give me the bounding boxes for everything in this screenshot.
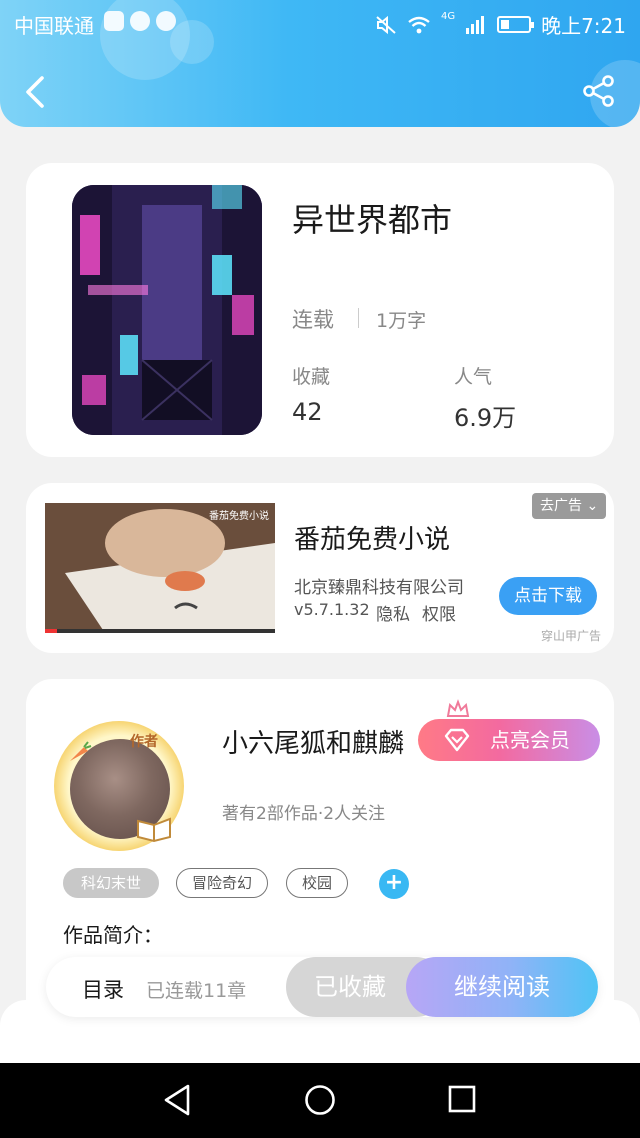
vip-label: 点亮会员 (490, 728, 570, 752)
nav-home-icon[interactable] (304, 1084, 336, 1116)
crown-icon (446, 699, 470, 717)
popularity-label: 人气 (454, 366, 493, 388)
signal-icon (466, 15, 485, 34)
diamond-icon (444, 728, 470, 752)
system-nav-bar (0, 1063, 640, 1138)
back-icon[interactable] (20, 72, 50, 112)
favorites-label: 收藏 (292, 366, 331, 388)
status-bar: 中国联通 4G 晚上7:21 (0, 0, 640, 44)
cover-artwork (72, 185, 262, 435)
tag-fantasy[interactable]: 冒险奇幻 (176, 868, 268, 898)
mute-icon (376, 15, 396, 34)
toc-button[interactable]: 目录 (82, 974, 124, 1004)
action-bar: 目录 已连载11章 已收藏 继续阅读 (46, 957, 598, 1017)
nav-recents-icon[interactable] (448, 1085, 476, 1113)
carrot-icon (70, 741, 92, 761)
nav-back-icon[interactable] (162, 1083, 192, 1117)
intro-label: 作品简介： (63, 923, 163, 947)
ad-title: 番茄免费小说 (294, 525, 451, 555)
header: 中国联通 4G 晚上7:21 (0, 0, 640, 127)
share-icon[interactable] (582, 74, 616, 108)
book-cover-image[interactable] (72, 185, 262, 435)
ad-thumbnail-label: 番茄免费小说 (209, 511, 269, 522)
favorites-value: 42 (292, 398, 323, 426)
ad-company: 北京臻鼎科技有限公司 (294, 578, 464, 598)
popularity-value: 6.9万 (454, 404, 517, 432)
remove-ad-button[interactable]: 去广告 ⌄ (532, 493, 607, 519)
tag-campus[interactable]: 校园 (286, 868, 348, 898)
word-count: 1万字 (376, 310, 427, 332)
status-notification-icons (104, 11, 176, 31)
ad-privacy-link[interactable]: 隐私 (376, 600, 410, 625)
network-type: 4G (440, 11, 456, 22)
shield-app-icon (104, 11, 124, 31)
activate-vip-button[interactable]: 点亮会员 (418, 719, 600, 761)
wifi-icon (408, 16, 430, 33)
clock: 晚上7:21 (541, 14, 626, 38)
book-title: 异世界都市 (292, 201, 453, 239)
ad-thumbnail[interactable]: 番茄免费小说 (45, 503, 275, 633)
ad-source-label: 穿山甲广告 (541, 629, 602, 643)
serial-status: 连载 (292, 308, 334, 332)
ad-card[interactable]: 番茄免费小说 去广告 ⌄ 番茄免费小说 北京臻鼎科技有限公司 v5.7.1.32… (26, 483, 614, 653)
divider (358, 308, 359, 328)
video-progress-bar (45, 629, 275, 633)
location-app-icon (156, 11, 176, 31)
chapter-count[interactable]: 已连载11章 (146, 976, 246, 1003)
chevron-down-icon: ⌄ (586, 498, 599, 514)
ad-thumbnail-image (45, 503, 275, 633)
book-icon (137, 817, 171, 843)
battery-icon (497, 16, 535, 33)
carrier-label: 中国联通 (14, 14, 94, 38)
remove-ad-label: 去广告 (540, 498, 582, 514)
download-button[interactable]: 点击下载 (499, 577, 597, 615)
continue-reading-button[interactable]: 继续阅读 (406, 957, 598, 1017)
ad-permissions-link[interactable]: 权限 (422, 600, 456, 625)
author-meta: 著有2部作品·2人关注 (222, 804, 386, 824)
author-name[interactable]: 小六尾狐和麒麟 (222, 723, 404, 760)
ad-version: v5.7.1.32 (294, 600, 370, 619)
tag-scifi[interactable]: 科幻末世 (63, 868, 159, 898)
add-tag-button[interactable]: + (379, 869, 409, 899)
chat-app-icon (130, 11, 150, 31)
author-badge: 作者 (130, 734, 158, 750)
saved-label: 已收藏 (314, 973, 386, 1001)
book-info-card: 异世界都市 连载 1万字 收藏 42 人气 6.9万 (26, 163, 614, 457)
status-right: 4G 晚上7:21 (375, 10, 626, 39)
